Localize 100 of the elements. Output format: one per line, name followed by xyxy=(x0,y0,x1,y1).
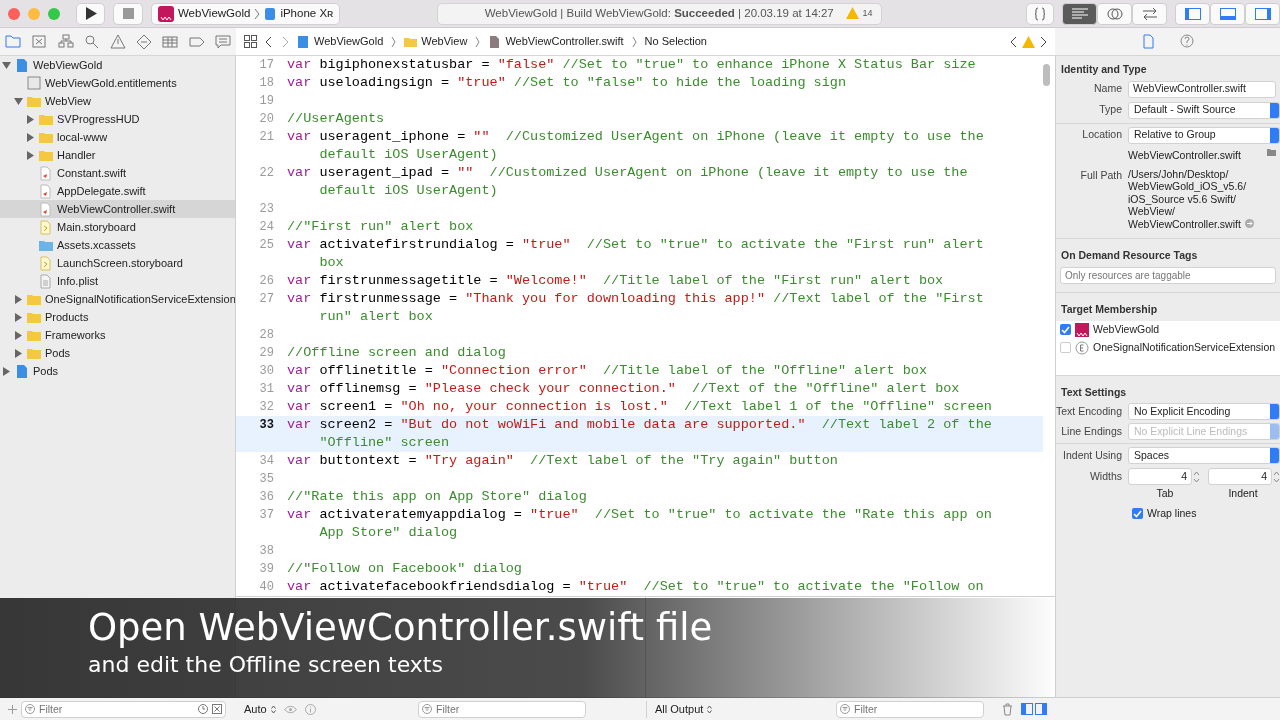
add-icon[interactable] xyxy=(8,704,17,714)
breadcrumb-item[interactable]: No Selection xyxy=(644,33,707,50)
tags-field[interactable]: Only resources are taggable xyxy=(1060,266,1276,284)
lines-icon xyxy=(1071,7,1088,20)
code-line: 27 var firstrunmessage = "Thank you for downloading this app!" //Text label of the "First run" alert box xyxy=(258,290,985,326)
popup-menu[interactable]: No Explicit Encoding xyxy=(1128,403,1280,421)
checkmark-icon xyxy=(1060,324,1071,335)
file-tree-item[interactable]: Pods xyxy=(0,344,235,362)
clock-icon[interactable] xyxy=(198,704,208,714)
field-label: Name xyxy=(1093,81,1123,97)
navigator-tab-icon[interactable] xyxy=(214,34,231,49)
navigator-tab-icon[interactable] xyxy=(5,34,22,49)
scm-filter-icon[interactable] xyxy=(212,704,222,714)
filter-field[interactable]: Filter xyxy=(418,700,586,718)
stop-button[interactable] xyxy=(113,2,143,25)
navigator-tab-icon[interactable] xyxy=(188,34,205,49)
eye-icon[interactable] xyxy=(283,704,297,714)
breadcrumb-item[interactable]: WebView xyxy=(404,33,468,50)
back-icon[interactable] xyxy=(265,35,273,48)
file-tree-item[interactable]: Frameworks xyxy=(0,326,235,344)
filter-icon xyxy=(422,704,432,714)
number-field[interactable]: 4 xyxy=(1208,468,1272,486)
panel-toggle-button[interactable] xyxy=(1245,2,1280,25)
folder-icon[interactable] xyxy=(1267,147,1276,156)
file-tree-item[interactable]: WebView xyxy=(0,92,235,110)
file-inspector-icon[interactable] xyxy=(1141,34,1156,49)
navigator-tab-icon[interactable] xyxy=(110,34,126,49)
disclosure-triangle-icon[interactable] xyxy=(14,348,23,358)
next-issue-icon[interactable] xyxy=(1039,35,1047,48)
checkbox[interactable] xyxy=(1132,508,1143,520)
checkbox[interactable] xyxy=(1060,342,1071,353)
navigator-tab-icon[interactable] xyxy=(57,34,74,49)
panel-toggle-button[interactable] xyxy=(1210,2,1245,25)
disclosure-triangle-icon[interactable] xyxy=(14,294,23,304)
number-field[interactable]: 4 xyxy=(1128,468,1192,486)
output-popup[interactable]: All Output xyxy=(655,700,713,718)
navigator-tab-icon[interactable] xyxy=(136,34,153,49)
file-tree-item[interactable]: WebViewGold.entitlements xyxy=(0,74,235,92)
file-tree-item[interactable]: Handler xyxy=(0,146,235,164)
filter-icon xyxy=(840,704,850,714)
panel-toggle-button[interactable] xyxy=(1175,2,1210,25)
disclosure-triangle-icon[interactable] xyxy=(14,312,23,322)
reveal-arrow-icon[interactable] xyxy=(1244,219,1254,229)
split-view-icon[interactable] xyxy=(1021,703,1047,715)
info-icon[interactable] xyxy=(304,703,316,715)
disclosure-triangle-icon[interactable] xyxy=(14,330,23,340)
filter-field[interactable]: Filter xyxy=(836,700,984,718)
disclosure-triangle-icon[interactable] xyxy=(26,150,35,160)
popup-menu[interactable]: Relative to Group xyxy=(1128,126,1280,144)
close-button[interactable] xyxy=(8,7,20,20)
file-tree-item[interactable]: WebViewGold xyxy=(0,56,235,74)
file-tree-item[interactable]: WebViewController.swift xyxy=(0,200,235,218)
previous-issue-icon[interactable] xyxy=(1010,35,1018,48)
navigator-tab-icon[interactable] xyxy=(162,34,179,49)
grid-icon[interactable] xyxy=(244,35,257,48)
file-tree-item[interactable]: LaunchScreen.storyboard xyxy=(0,254,235,272)
file-tree-item[interactable]: Products xyxy=(0,308,235,326)
updown-icon xyxy=(707,704,713,714)
file-tree-item[interactable]: AppDelegate.swift xyxy=(0,182,235,200)
disclosure-triangle-icon[interactable] xyxy=(26,132,35,142)
field-label: Line Endings xyxy=(1060,423,1123,439)
help-icon[interactable] xyxy=(1179,34,1194,49)
stepper-icon[interactable] xyxy=(1193,469,1200,484)
name-field[interactable]: WebViewController.swift xyxy=(1128,80,1276,98)
navigator-tab-icon[interactable] xyxy=(83,34,100,49)
file-tree-item[interactable]: SVProgressHUD xyxy=(0,110,235,128)
editor-mode-button[interactable] xyxy=(1132,2,1167,25)
forward-icon[interactable] xyxy=(281,35,289,48)
scrollbar[interactable] xyxy=(1043,64,1050,86)
stepper-icon[interactable] xyxy=(1273,469,1280,484)
breadcrumb-item[interactable]: WebViewController.swift xyxy=(488,33,624,50)
file-tree-item[interactable]: OneSignalNotificationServiceExtension xyxy=(0,290,235,308)
disclosure-triangle-icon[interactable] xyxy=(2,60,11,70)
editor-mode-button[interactable] xyxy=(1097,2,1132,25)
checkbox[interactable] xyxy=(1060,324,1071,335)
trash-icon[interactable] xyxy=(1002,702,1013,716)
target-name: OneSignalNotificationServiceExtension xyxy=(1093,339,1276,355)
library-button[interactable] xyxy=(1026,2,1054,25)
file-tree-item[interactable]: Assets.xcassets xyxy=(0,236,235,254)
popup-menu[interactable]: Default - Swift Source xyxy=(1128,101,1280,119)
editor-mode-button[interactable] xyxy=(1062,2,1097,25)
disclosure-triangle-icon[interactable] xyxy=(14,96,23,106)
disclosure-triangle-icon[interactable] xyxy=(2,366,11,376)
file-tree-item[interactable]: Info.plist xyxy=(0,272,235,290)
breadcrumb-item[interactable]: WebViewGold xyxy=(297,33,384,50)
file-tree-item[interactable]: local-www xyxy=(0,128,235,146)
code-line: 24 //"First run" alert box xyxy=(258,218,475,236)
run-button[interactable] xyxy=(76,2,106,25)
code-line: 26 var firstrunmessagetitle = "Welcome!" //Title label of the "First run" alert box xyxy=(258,272,945,290)
file-tree-item[interactable]: Pods xyxy=(0,362,235,380)
filter-field[interactable]: Filter xyxy=(21,700,226,718)
file-tree-item[interactable]: Main.storyboard xyxy=(0,218,235,236)
disclosure-triangle-icon[interactable] xyxy=(26,114,35,124)
scheme-selector[interactable]: WebViewGold iPhone Xʀ xyxy=(150,2,341,25)
file-icon xyxy=(39,219,53,235)
file-tree-item[interactable]: Constant.swift xyxy=(0,164,235,182)
warning-count[interactable]: 14 xyxy=(845,6,873,20)
navigator-tab-icon[interactable] xyxy=(31,34,48,49)
scope-popup[interactable]: Auto xyxy=(244,700,276,718)
popup-menu[interactable]: Spaces xyxy=(1128,447,1280,465)
